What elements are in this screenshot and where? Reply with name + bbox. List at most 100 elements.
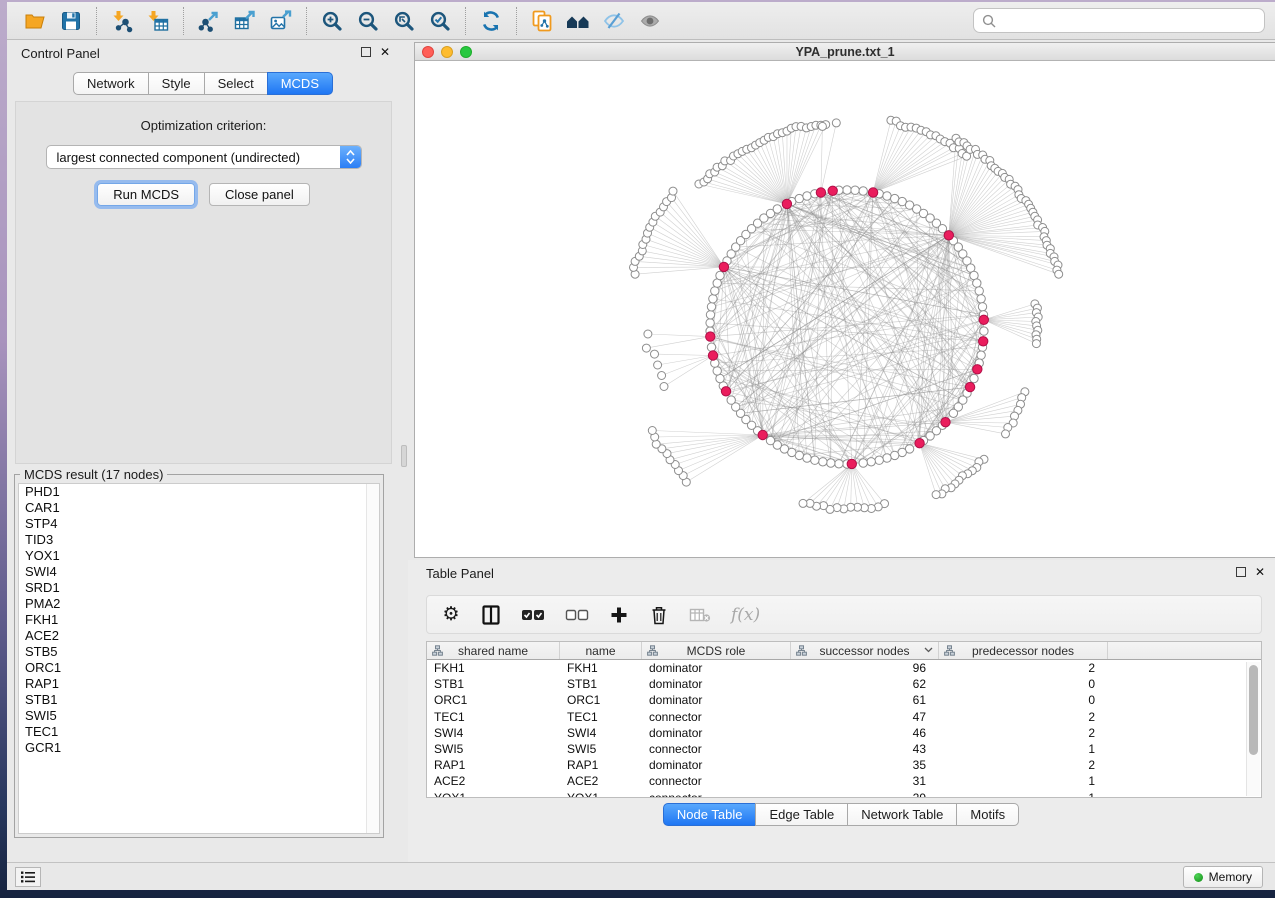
export-table-button[interactable] (227, 6, 263, 36)
table-tab-edge-table[interactable]: Edge Table (755, 803, 848, 826)
mcds-result-item[interactable]: GCR1 (19, 740, 379, 756)
float-panel-icon[interactable] (361, 47, 371, 57)
open-file-button[interactable] (17, 6, 53, 36)
close-table-panel-icon[interactable]: ✕ (1255, 567, 1265, 577)
table-toolbar: ⚙ (426, 595, 1262, 634)
mcds-result-item[interactable]: ORC1 (19, 660, 379, 676)
table-scrollbar-thumb[interactable] (1249, 665, 1258, 755)
search-input[interactable] (1002, 13, 1256, 28)
table-cell: 2 (939, 758, 1108, 772)
column-header-name[interactable]: name (560, 642, 642, 659)
first-neighbors-button[interactable] (560, 6, 596, 36)
network-graph[interactable]: .e1{stroke:#8f8f8f;stroke-opacity:.4;str… (415, 61, 1275, 557)
table-cell: 2 (939, 710, 1108, 724)
splitter-grip-icon[interactable] (401, 445, 407, 467)
desktop-background: Control Panel ✕ NetworkStyleSelectMCDS O… (0, 0, 1275, 898)
zoom-fit-button[interactable] (386, 6, 422, 36)
table-scrollbar[interactable] (1246, 662, 1260, 796)
mcds-result-item[interactable]: YOX1 (19, 548, 379, 564)
table-cell: dominator (642, 693, 791, 707)
table-row[interactable]: RAP1RAP1dominator352 (427, 757, 1261, 773)
mcds-result-item[interactable]: CAR1 (19, 500, 379, 516)
zoom-in-button[interactable] (314, 6, 350, 36)
table-row[interactable]: YOX1YOX1connector291 (427, 790, 1261, 799)
export-network-button[interactable] (191, 6, 227, 36)
table-row[interactable]: FKH1FKH1dominator962 (427, 660, 1261, 676)
create-column-button[interactable] (609, 603, 629, 627)
close-panel-button[interactable]: Close panel (209, 183, 310, 206)
mcds-result-item[interactable]: SWI4 (19, 564, 379, 580)
close-panel-icon[interactable]: ✕ (380, 47, 390, 57)
column-header-mcds-role[interactable]: MCDS role (642, 642, 791, 659)
copy-network-button[interactable] (524, 6, 560, 36)
table-tab-node-table[interactable]: Node Table (663, 803, 757, 826)
zoom-out-icon (356, 9, 380, 33)
toolbar-separator (183, 7, 184, 35)
import-network-button[interactable] (104, 6, 140, 36)
control-panel-tabs: NetworkStyleSelectMCDS (7, 72, 400, 95)
result-scrollbar[interactable] (366, 484, 379, 833)
save-session-button[interactable] (53, 6, 89, 36)
tab-select[interactable]: Select (204, 72, 268, 95)
unchecked-boxes-icon (565, 608, 589, 622)
hide-selected-button[interactable] (596, 6, 632, 36)
show-all-button[interactable] (632, 6, 668, 36)
deselect-all-rows-button[interactable] (565, 603, 589, 627)
tab-network[interactable]: Network (73, 72, 149, 95)
export-network-icon (197, 9, 221, 33)
table-row[interactable]: STB1STB1dominator620 (427, 676, 1261, 692)
refresh-button[interactable] (473, 6, 509, 36)
criterion-value: largest connected component (undirected) (57, 150, 301, 165)
task-history-button[interactable] (15, 867, 41, 887)
mcds-result-item[interactable]: STP4 (19, 516, 379, 532)
memory-button[interactable]: Memory (1183, 866, 1263, 888)
select-all-rows-button[interactable] (521, 603, 545, 627)
column-header-shared-name[interactable]: shared name (427, 642, 560, 659)
show-columns-button[interactable] (481, 603, 501, 627)
search-icon (982, 14, 996, 28)
mcds-result-item[interactable]: RAP1 (19, 676, 379, 692)
table-row[interactable]: ORC1ORC1dominator610 (427, 692, 1261, 708)
table-row[interactable]: TEC1TEC1connector472 (427, 709, 1261, 725)
run-mcds-button[interactable]: Run MCDS (97, 183, 195, 206)
mcds-result-item[interactable]: STB5 (19, 644, 379, 660)
table-cell: connector (642, 710, 791, 724)
mcds-result-item[interactable]: SRD1 (19, 580, 379, 596)
tab-style[interactable]: Style (148, 72, 205, 95)
table-row[interactable]: SWI5SWI5connector431 (427, 741, 1261, 757)
list-icon (20, 870, 36, 884)
table-settings-button[interactable]: ⚙ (441, 603, 461, 627)
mcds-result-item[interactable]: STB1 (19, 692, 379, 708)
mcds-result-item[interactable]: PHD1 (19, 484, 379, 500)
mcds-result-item[interactable]: TID3 (19, 532, 379, 548)
zoom-selected-button[interactable] (422, 6, 458, 36)
mcds-result-list: PHD1CAR1STP4TID3YOX1SWI4SRD1PMA2FKH1ACE2… (18, 483, 380, 834)
mcds-result-item[interactable]: TEC1 (19, 724, 379, 740)
table-cell: dominator (642, 661, 791, 675)
zoom-out-button[interactable] (350, 6, 386, 36)
mcds-result-item[interactable]: PMA2 (19, 596, 379, 612)
table-tab-network-table[interactable]: Network Table (847, 803, 957, 826)
table-body: FKH1FKH1dominator962STB1STB1dominator620… (427, 660, 1261, 798)
mcds-result-item[interactable]: SWI5 (19, 708, 379, 724)
status-bar: Memory (7, 862, 1275, 890)
table-cell: YOX1 (427, 791, 560, 798)
network-canvas[interactable]: .e1{stroke:#8f8f8f;stroke-opacity:.4;str… (415, 61, 1275, 557)
mcds-result-item[interactable]: ACE2 (19, 628, 379, 644)
table-row[interactable]: SWI4SWI4dominator462 (427, 725, 1261, 741)
table-row[interactable]: ACE2ACE2connector311 (427, 773, 1261, 789)
table-tab-motifs[interactable]: Motifs (956, 803, 1019, 826)
table-cell: 1 (939, 791, 1108, 798)
table-cell: ACE2 (560, 774, 642, 788)
column-header-predecessor-nodes[interactable]: predecessor nodes (939, 642, 1108, 659)
column-header-successor-nodes[interactable]: successor nodes (791, 642, 939, 659)
export-image-button[interactable] (263, 6, 299, 36)
import-table-button[interactable] (140, 6, 176, 36)
panel-splitter[interactable] (400, 40, 408, 862)
table-cell: RAP1 (427, 758, 560, 772)
tab-mcds[interactable]: MCDS (267, 72, 333, 95)
delete-column-button[interactable] (649, 603, 669, 627)
mcds-result-item[interactable]: FKH1 (19, 612, 379, 628)
criterion-select[interactable]: largest connected component (undirected) (46, 145, 362, 169)
float-table-panel-icon[interactable] (1236, 567, 1246, 577)
